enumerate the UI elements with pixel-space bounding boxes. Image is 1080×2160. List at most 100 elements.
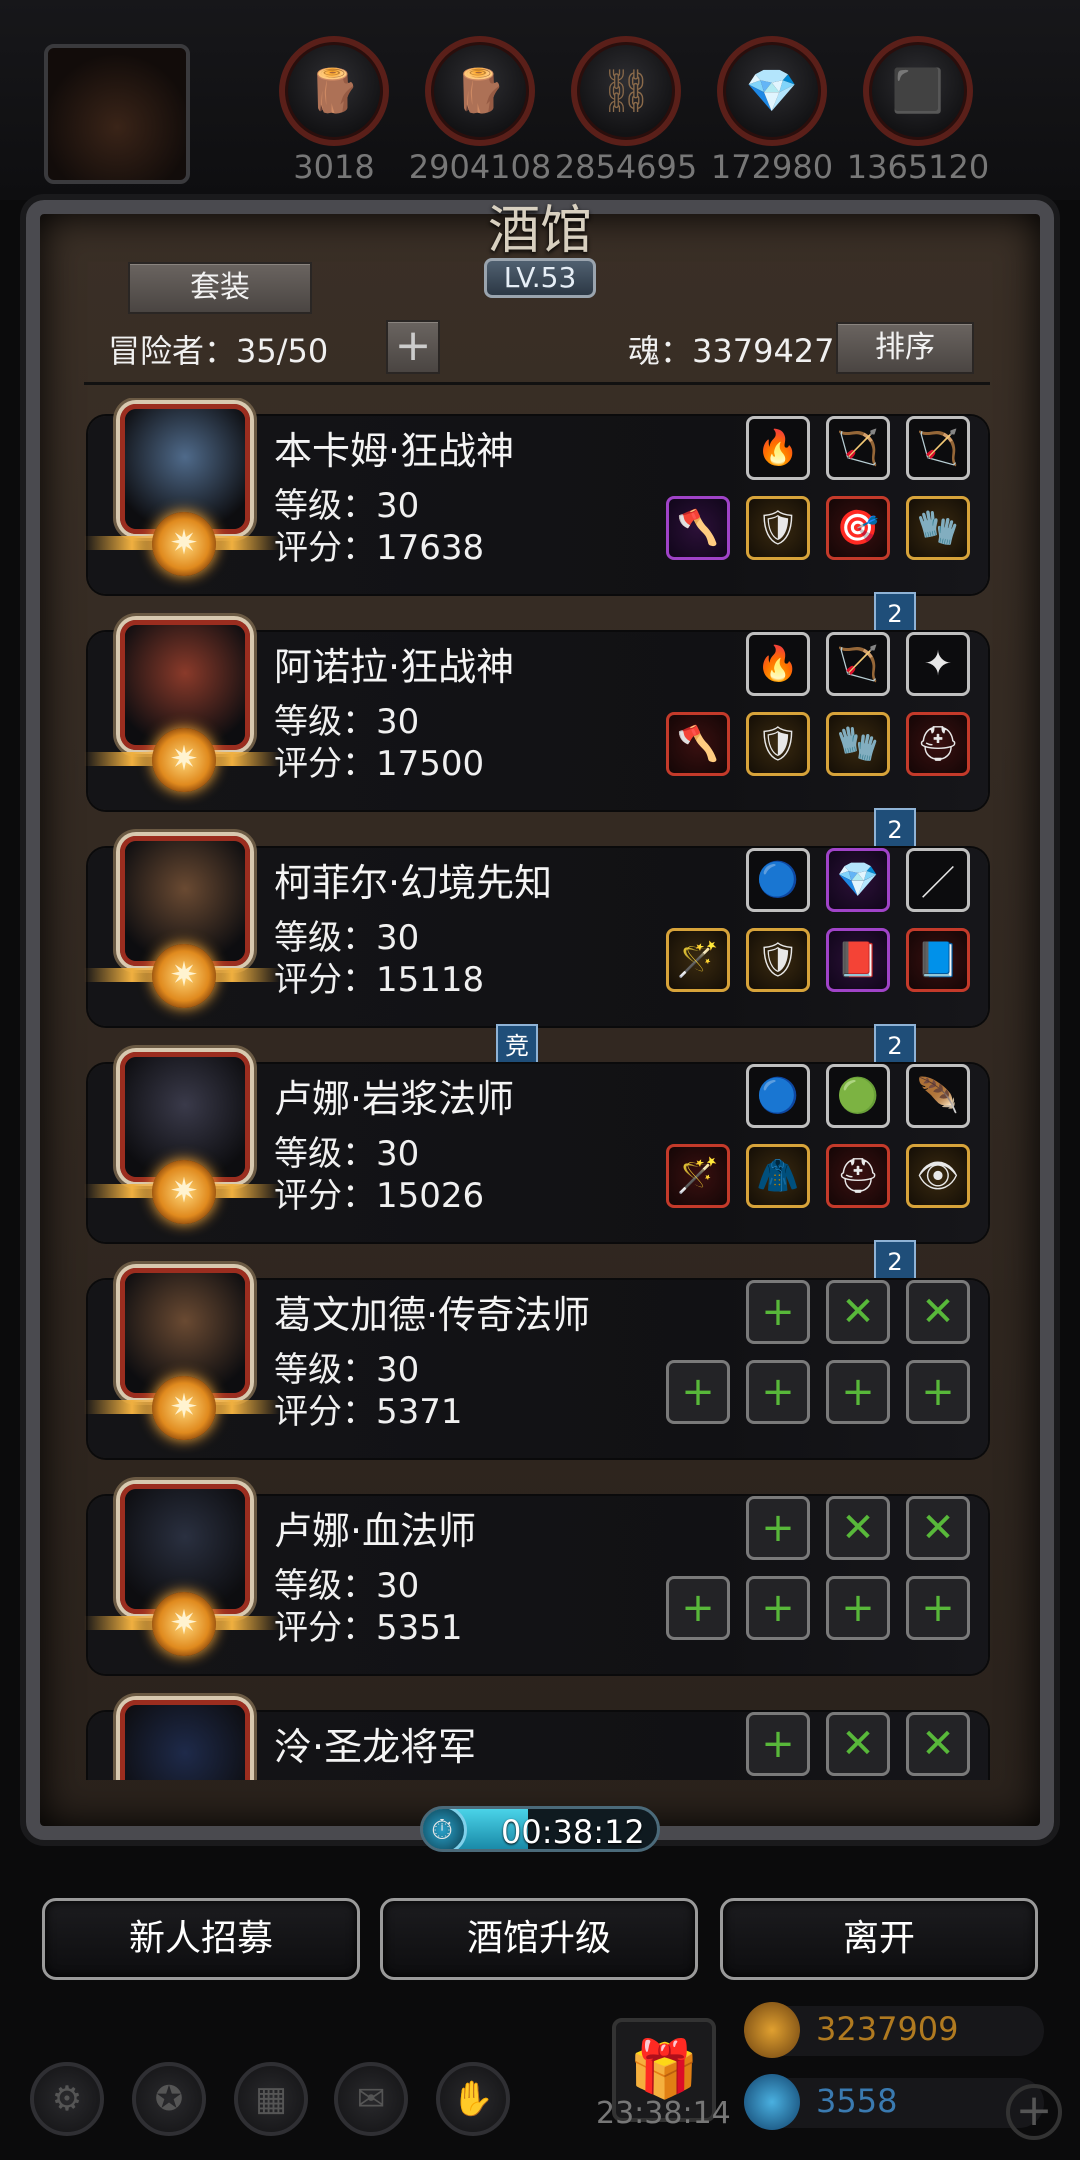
handshake-icon[interactable]: ✋: [436, 2062, 510, 2136]
hero-list[interactable]: ✷ 本卡姆·狂战神 等级：30 评分：17638 🔥 🏹 🏹 🪓 🛡 🎯 🧤 2 ✷ 阿诺拉·…: [84, 398, 996, 1780]
equipment-slot[interactable]: 🏹: [826, 416, 890, 480]
hero-card[interactable]: ✷ 阿诺拉·狂战神 等级：30 评分：17500 🔥 🏹 ✦ 🪓 🛡 🧤 ⛑: [84, 620, 988, 810]
equipment-slot[interactable]: 🛡: [746, 712, 810, 776]
hero-card[interactable]: ✷ 葛文加德·传奇法师 等级：30 评分：5371 + ✕ ✕ + + + +: [84, 1268, 988, 1458]
equipment-slot[interactable]: 📘: [906, 928, 970, 992]
timer-bar: ⏱ 00:38:12: [420, 1806, 660, 1852]
tavern-level-badge: LV.53: [484, 258, 596, 298]
mail-icon[interactable]: ✉: [334, 2062, 408, 2136]
divider: [84, 382, 990, 385]
soul-count: 魂：3379427: [628, 332, 835, 370]
hero-score: 评分：17638: [274, 528, 485, 568]
equipment-slot[interactable]: +: [666, 1576, 730, 1640]
equipment-slot[interactable]: 🧤: [906, 496, 970, 560]
hero-card[interactable]: ✷ 本卡姆·狂战神 等级：30 评分：17638 🔥 🏹 🏹 🪓 🛡 🎯 🧤: [84, 404, 988, 594]
equipment-slot[interactable]: 🧤: [826, 712, 890, 776]
resource-amount: 2904108: [408, 148, 552, 186]
resource-amount: 3018: [293, 148, 375, 186]
gate-icon[interactable]: ▦: [234, 2062, 308, 2136]
hero-name: 葛文加德·传奇法师: [274, 1293, 591, 1337]
settings-icon[interactable]: ⚙: [30, 2062, 104, 2136]
crystal-icon[interactable]: 💎: [717, 36, 827, 146]
hero-name: 卢娜·血法师: [274, 1509, 477, 1553]
equipment-slot[interactable]: +: [666, 1360, 730, 1424]
hero-card[interactable]: ✷ 泠·圣龙将军 等级：30 +✕✕: [88, 1700, 988, 1780]
equipment-slot[interactable]: 🟢: [826, 1064, 890, 1128]
equipment-slot[interactable]: 🔵: [746, 1064, 810, 1128]
hero-name: 卢娜·岩浆法师: [274, 1077, 515, 1121]
equipment-slot[interactable]: +: [826, 1576, 890, 1640]
rank-medal-icon: ✷: [152, 1160, 216, 1224]
equipment-slot[interactable]: ✕: [826, 1496, 890, 1560]
equipment-slot[interactable]: ✕: [906, 1496, 970, 1560]
equipment-slot[interactable]: ✕: [826, 1280, 890, 1344]
gem-icon: [744, 2074, 800, 2130]
rank-medal-icon: ✷: [152, 512, 216, 576]
timer-text: 00:38:12: [501, 1813, 645, 1851]
equipment-slot[interactable]: +: [746, 1360, 810, 1424]
equipment-slot[interactable]: 🧥: [746, 1144, 810, 1208]
add-currency-button[interactable]: +: [1006, 2084, 1062, 2140]
equipment-slot[interactable]: ⛑: [906, 712, 970, 776]
equipment-slot[interactable]: 🪄: [666, 928, 730, 992]
gift-timer: 23:38:14: [596, 2096, 731, 2131]
equipment-slot[interactable]: ／: [906, 848, 970, 912]
equipment-slot[interactable]: +: [906, 1360, 970, 1424]
equipment-slot[interactable]: ✦: [906, 632, 970, 696]
equipment-slot[interactable]: 🔵: [746, 848, 810, 912]
gem-counter: 3558: [744, 2074, 1044, 2130]
equipment-slot[interactable]: 🏹: [826, 632, 890, 696]
hero-score: 评分：15118: [274, 960, 485, 1000]
wood-icon[interactable]: 🪵: [279, 36, 389, 146]
equipment-slot[interactable]: 🛡: [746, 496, 810, 560]
equipment-slot[interactable]: 🔥: [746, 632, 810, 696]
adventurer-count: 冒险者：35/50: [108, 332, 329, 370]
player-portrait[interactable]: [44, 44, 190, 184]
rank-medal-icon: ✷: [152, 944, 216, 1008]
equipment-slot[interactable]: 🪶: [906, 1064, 970, 1128]
hero-name: 本卡姆·狂战神: [274, 429, 515, 473]
equipment-slot[interactable]: 👁: [906, 1144, 970, 1208]
equipment-slot[interactable]: +: [746, 1280, 810, 1344]
equipment-slot[interactable]: ✕: [826, 1712, 890, 1776]
hero-portrait[interactable]: [120, 1700, 250, 1780]
equipment-slot[interactable]: 🏹: [906, 416, 970, 480]
resource-amount: 2854695: [554, 148, 698, 186]
equipment-slot[interactable]: ✕: [906, 1280, 970, 1344]
equipment-slot[interactable]: +: [746, 1576, 810, 1640]
equipment-slot[interactable]: 🪓: [666, 712, 730, 776]
gold-icon: [744, 2002, 800, 2058]
sort-button[interactable]: 排序: [836, 322, 974, 374]
equipment-slot[interactable]: 📕: [826, 928, 890, 992]
equipment-slot[interactable]: +: [826, 1360, 890, 1424]
hero-score: 评分：5351: [274, 1608, 463, 1648]
leave-button[interactable]: 离开: [720, 1898, 1038, 1980]
ore-icon[interactable]: ⬛: [863, 36, 973, 146]
gold-counter: 3237909: [744, 2002, 1044, 2058]
equipment-slot[interactable]: +: [746, 1712, 810, 1776]
hero-score: 评分：5371: [274, 1392, 463, 1432]
equipment-slot[interactable]: ✕: [906, 1712, 970, 1776]
equipment-slot[interactable]: 🛡: [746, 928, 810, 992]
hero-card[interactable]: ✷ 卢娜·岩浆法师 等级：30 评分：15026 🔵 🟢 🪶 🪄 🧥 ⛑ 👁: [84, 1052, 988, 1242]
iron-icon[interactable]: ⛓: [571, 36, 681, 146]
hero-card[interactable]: ✷ 柯菲尔·幻境先知 等级：30 评分：15118 🔵 💎 ／ 🪄 🛡 📕 📘: [84, 836, 988, 1026]
equipment-slot[interactable]: +: [746, 1496, 810, 1560]
equipment-slot[interactable]: 🪓: [666, 496, 730, 560]
equipment-slot[interactable]: +: [906, 1576, 970, 1640]
equipment-slot[interactable]: 💎: [826, 848, 890, 912]
set-button[interactable]: 套装: [128, 262, 312, 314]
recruit-button[interactable]: 新人招募: [42, 1898, 360, 1980]
upgrade-button[interactable]: 酒馆升级: [380, 1898, 698, 1980]
rank-medal-icon: ✷: [152, 728, 216, 792]
add-slot-button[interactable]: +: [386, 320, 440, 374]
equipment-slot[interactable]: 🔥: [746, 416, 810, 480]
star-icon[interactable]: ✪: [132, 2062, 206, 2136]
equipment-slot[interactable]: ⛑: [826, 1144, 890, 1208]
rank-medal-icon: ✷: [152, 1592, 216, 1656]
equipment-slot[interactable]: 🎯: [826, 496, 890, 560]
equipment-slot[interactable]: 🪄: [666, 1144, 730, 1208]
plank-icon[interactable]: 🪵: [425, 36, 535, 146]
hero-card[interactable]: ✷ 卢娜·血法师 等级：30 评分：5351 + ✕ ✕ + + + +: [84, 1484, 988, 1674]
hero-level: 等级：30: [274, 1774, 419, 1780]
